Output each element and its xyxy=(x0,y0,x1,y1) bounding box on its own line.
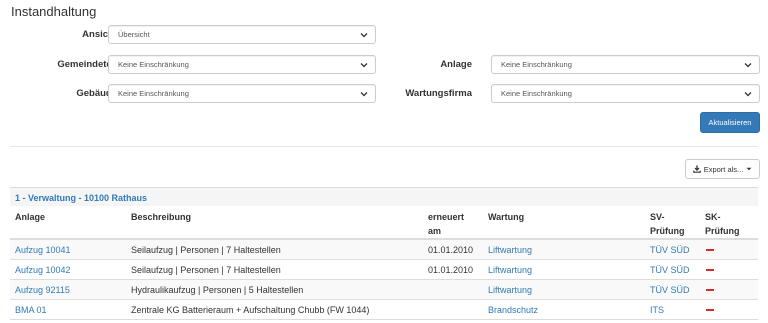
chevron-down-icon xyxy=(360,33,368,38)
column-header-erneuert-line1: erneuert xyxy=(428,212,465,222)
column-header-wartung: Wartung xyxy=(488,212,525,222)
refresh-button[interactable]: Aktualisieren xyxy=(700,112,760,133)
chevron-down-icon xyxy=(744,63,752,68)
export-button-label: Export als... xyxy=(703,164,744,174)
column-header-beschreibung: Beschreibung xyxy=(131,212,192,222)
anlage-select[interactable]: Keine Einschränkung xyxy=(491,55,760,74)
table-row: Aufzug 10042 Seilaufzug | Personen | 7 H… xyxy=(10,260,758,280)
sv-pruefung-link[interactable]: TÜV SÜD xyxy=(650,265,690,276)
column-header-erneuert-line2: am xyxy=(428,226,442,236)
sv-pruefung-link[interactable]: TÜV SÜD xyxy=(650,285,690,296)
download-icon xyxy=(692,165,701,173)
beschreibung-cell: Zentrale KG Batterieraum + Aufschaltung … xyxy=(131,305,370,315)
chevron-down-icon xyxy=(744,92,752,97)
caret-down-icon xyxy=(746,167,752,171)
minus-icon xyxy=(706,309,714,311)
wartung-link[interactable]: Brandschutz xyxy=(488,305,538,316)
column-header-anlage: Anlage xyxy=(15,212,46,222)
anlage-link[interactable]: Aufzug 10041 xyxy=(15,245,71,256)
beschreibung-cell: Seilaufzug | Personen | 7 Haltestellen xyxy=(131,265,281,275)
wartung-link[interactable]: Liftwartung xyxy=(488,265,532,276)
column-header-erneuert: erneuert am xyxy=(428,211,464,237)
minus-icon xyxy=(706,269,714,271)
anlage-link[interactable]: Aufzug 10042 xyxy=(15,265,71,276)
gemeindeteil-select-value: Keine Einschränkung xyxy=(118,60,189,69)
gebaeude-select-value: Keine Einschränkung xyxy=(118,89,189,98)
table-row: Aufzug 92115 Hydraulikaufzug | Personen … xyxy=(10,280,758,300)
gemeindeteil-select[interactable]: Keine Einschränkung xyxy=(108,55,376,74)
ansicht-select-value: Übersicht xyxy=(118,30,150,39)
export-button[interactable]: Export als... xyxy=(685,159,760,179)
gemeindeteil-label: Gemeindeteil xyxy=(57,59,117,70)
ansicht-select[interactable]: Übersicht xyxy=(108,25,376,44)
anlage-label: Anlage xyxy=(440,59,472,70)
chevron-down-icon xyxy=(360,63,368,68)
minus-icon xyxy=(706,249,714,251)
erneuert-cell: 01.01.2010 xyxy=(428,265,474,275)
beschreibung-cell: Seilaufzug | Personen | 7 Haltestellen xyxy=(131,245,281,255)
minus-icon xyxy=(706,289,714,291)
column-header-sv: SV- Prüfung xyxy=(650,211,685,237)
anlage-link[interactable]: Aufzug 92115 xyxy=(15,285,70,296)
anlage-link[interactable]: BMA 01 xyxy=(15,305,47,316)
page-title: Instandhaltung xyxy=(11,4,97,19)
column-header-sk-line2: Prüfung xyxy=(705,226,740,236)
column-header-sk-line1: SK- xyxy=(705,212,721,222)
divider xyxy=(10,146,758,147)
section-heading[interactable]: 1 - Verwaltung - 10100 Rathaus xyxy=(10,187,758,206)
wartungsfirma-select-value: Keine Einschränkung xyxy=(501,89,572,98)
wartungsfirma-label: Wartungsfirma xyxy=(405,88,472,99)
wartung-link[interactable]: Liftwartung xyxy=(488,245,532,256)
table-row: Aufzug 10041 Seilaufzug | Personen | 7 H… xyxy=(10,240,758,260)
column-header-sk: SK- Prüfung xyxy=(705,211,740,237)
beschreibung-cell: Hydraulikaufzug | Personen | 5 Haltestel… xyxy=(131,285,304,295)
sv-pruefung-link[interactable]: ITS xyxy=(650,305,664,316)
ansicht-label: Ansicht xyxy=(82,29,117,40)
gebaeude-label: Gebäude xyxy=(76,88,117,99)
wartung-link[interactable]: Liftwartung xyxy=(488,285,532,296)
table-row: BMA 01 Zentrale KG Batterieraum + Aufsch… xyxy=(10,300,758,320)
column-header-sv-line1: SV- xyxy=(650,212,665,222)
anlage-select-value: Keine Einschränkung xyxy=(501,60,572,69)
erneuert-cell: 01.01.2010 xyxy=(428,245,474,255)
wartungsfirma-select[interactable]: Keine Einschränkung xyxy=(491,84,760,103)
gebaeude-select[interactable]: Keine Einschränkung xyxy=(108,84,376,103)
sv-pruefung-link[interactable]: TÜV SÜD xyxy=(650,245,690,256)
chevron-down-icon xyxy=(360,92,368,97)
column-header-sv-line2: Prüfung xyxy=(650,226,685,236)
